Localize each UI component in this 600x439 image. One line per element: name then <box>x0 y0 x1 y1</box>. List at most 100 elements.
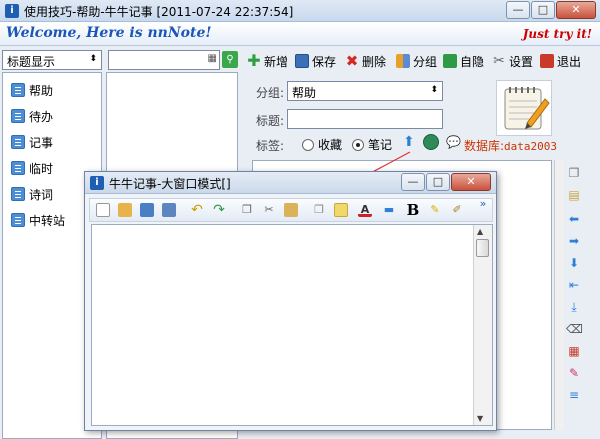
chevron-updown-icon: ⬍ <box>430 85 438 95</box>
undo-icon[interactable]: ↶ <box>190 203 204 217</box>
highlighter-icon[interactable]: ✎ <box>428 203 442 217</box>
bold-icon[interactable]: B <box>406 203 420 218</box>
note-icon <box>11 135 25 149</box>
save-icon[interactable] <box>140 203 154 217</box>
arrow-right-icon[interactable]: ➡ <box>566 234 582 248</box>
category-item-poetry[interactable]: 诗词 <box>11 185 53 203</box>
highlight-bar-icon[interactable]: ▬ <box>382 203 396 217</box>
category-item-temp[interactable]: 临时 <box>11 159 53 177</box>
copy-icon[interactable]: ❐ <box>240 203 254 217</box>
more-tools-icon[interactable]: » <box>476 197 490 211</box>
search-icon: ⚲ <box>226 54 234 65</box>
main-title-bar[interactable]: i 使用技巧-帮助-牛牛记事 [2011-07-24 22:37:54] — □… <box>0 0 600 22</box>
autohide-label: 自隐 <box>460 54 485 69</box>
database-value: data2003 <box>504 140 558 153</box>
paste-icon[interactable]: ▤ <box>566 188 582 202</box>
notepad-logo <box>496 80 552 136</box>
category-item-transfer[interactable]: 中转站 <box>11 211 65 229</box>
app-info-icon: i <box>5 4 19 18</box>
calendar-icon[interactable]: ▦ <box>566 344 582 358</box>
paste-icon[interactable] <box>284 203 298 217</box>
arrow-left-icon[interactable]: ⬅ <box>566 212 582 226</box>
save-icon <box>295 54 309 68</box>
note-icon <box>11 161 25 175</box>
database-indicator: 数据库:data2003 <box>464 137 557 154</box>
upload-arrow-icon[interactable]: ⬆ <box>403 134 415 150</box>
category-item-help[interactable]: 帮助 <box>11 81 53 99</box>
download-icon[interactable]: ⤓ <box>566 300 582 314</box>
scroll-down-icon[interactable]: ▼ <box>477 414 483 423</box>
align-icon[interactable]: ≡ <box>566 388 582 402</box>
popup-scrollbar[interactable]: ▲ ▼ <box>473 225 492 425</box>
group-select[interactable]: 帮助 ⬍ <box>287 81 443 101</box>
font-color-icon[interactable]: A <box>358 203 372 217</box>
plus-icon: ✚ <box>247 51 261 70</box>
category-item-todo[interactable]: 待办 <box>11 107 53 125</box>
popup-title: 牛牛记事-大窗口模式[] <box>109 177 231 191</box>
delete-button[interactable]: ✖ 删除 <box>345 51 386 71</box>
welcome-banner: Welcome, Here is nnNote! Just try it! <box>0 22 600 46</box>
app-info-icon: i <box>90 176 104 190</box>
arrow-to-start-icon[interactable]: ⇤ <box>566 278 582 292</box>
open-icon[interactable] <box>118 203 132 217</box>
group-select-value: 帮助 <box>292 86 317 100</box>
autohide-button[interactable]: 自隐 <box>443 51 484 71</box>
clear-icon[interactable]: ⌫ <box>566 322 583 336</box>
group-label: 分组 <box>413 54 438 69</box>
settings-button[interactable]: ✂ 设置 <box>492 51 533 71</box>
chevron-updown-icon: ⬍ <box>89 54 97 64</box>
new-button[interactable]: ✚ 新增 <box>247 51 288 71</box>
popup-text-editor[interactable] <box>91 224 493 426</box>
marker-icon[interactable]: ✎ <box>566 366 582 380</box>
scroll-thumb[interactable] <box>476 239 489 257</box>
note-icon <box>11 187 25 201</box>
title-input[interactable] <box>287 109 443 129</box>
welcome-text: Welcome, Here is nnNote! <box>6 25 212 41</box>
database-label: 数据库: <box>464 139 505 153</box>
radio-unchecked[interactable] <box>302 138 314 151</box>
delete-label: 删除 <box>362 54 387 69</box>
search-input[interactable]: ▦ <box>108 50 220 70</box>
note-icon[interactable] <box>334 203 348 217</box>
settings-icon: ✂ <box>493 53 505 69</box>
scroll-up-icon[interactable]: ▲ <box>477 227 483 236</box>
note-icon <box>11 109 25 123</box>
popup-minimize-button[interactable]: — <box>401 173 425 191</box>
display-mode-select[interactable]: 标题显示 ⬍ <box>2 50 102 70</box>
exit-button[interactable]: 退出 <box>540 51 581 71</box>
hide-icon <box>443 54 457 68</box>
category-item-notes[interactable]: 记事 <box>11 133 53 151</box>
try-it-text: Just try it! <box>522 27 592 41</box>
calendar-icon[interactable]: ▦ <box>208 53 217 64</box>
close-button[interactable]: ✕ <box>556 1 596 19</box>
large-mode-window[interactable]: i 牛牛记事-大窗口模式[] — □ ✕ ↶ ↷ ❐ ✂ ❐ A ▬ B ✎ ✐… <box>84 171 497 431</box>
popup-title-bar[interactable]: i 牛牛记事-大窗口模式[] — □ ✕ <box>85 172 496 194</box>
duplicate-icon[interactable]: ❐ <box>312 203 326 217</box>
save-button[interactable]: 保存 <box>295 51 336 71</box>
group-icon <box>396 54 410 68</box>
group-field-label: 分组: <box>256 86 285 100</box>
cut-icon[interactable]: ✂ <box>262 203 276 217</box>
popup-close-button[interactable]: ✕ <box>451 173 491 191</box>
save-label: 保存 <box>312 54 337 69</box>
minimize-button[interactable]: — <box>506 1 530 19</box>
save-as-icon[interactable] <box>162 203 176 217</box>
maximize-button[interactable]: □ <box>531 1 555 19</box>
global-icon[interactable] <box>423 134 439 150</box>
window-title: 使用技巧-帮助-牛牛记事 [2011-07-24 22:37:54] <box>24 5 294 19</box>
copy-icon[interactable]: ❐ <box>566 166 582 180</box>
editor-scrollbar[interactable] <box>554 160 564 430</box>
arrow-down-icon[interactable]: ⬇ <box>566 256 582 270</box>
redo-icon[interactable]: ↷ <box>212 203 226 217</box>
search-button[interactable]: ⚲ <box>222 51 238 68</box>
brush-icon[interactable]: ✐ <box>450 203 464 217</box>
radio-checked[interactable] <box>352 138 364 151</box>
speech-bubble-icon[interactable]: 💬 <box>446 135 461 149</box>
new-label: 新增 <box>264 54 289 69</box>
popup-maximize-button[interactable]: □ <box>426 173 450 191</box>
exit-icon <box>540 54 554 68</box>
settings-label: 设置 <box>509 54 534 69</box>
category-label: 中转站 <box>29 213 66 228</box>
group-button[interactable]: 分组 <box>396 51 437 71</box>
new-doc-icon[interactable] <box>96 203 110 217</box>
